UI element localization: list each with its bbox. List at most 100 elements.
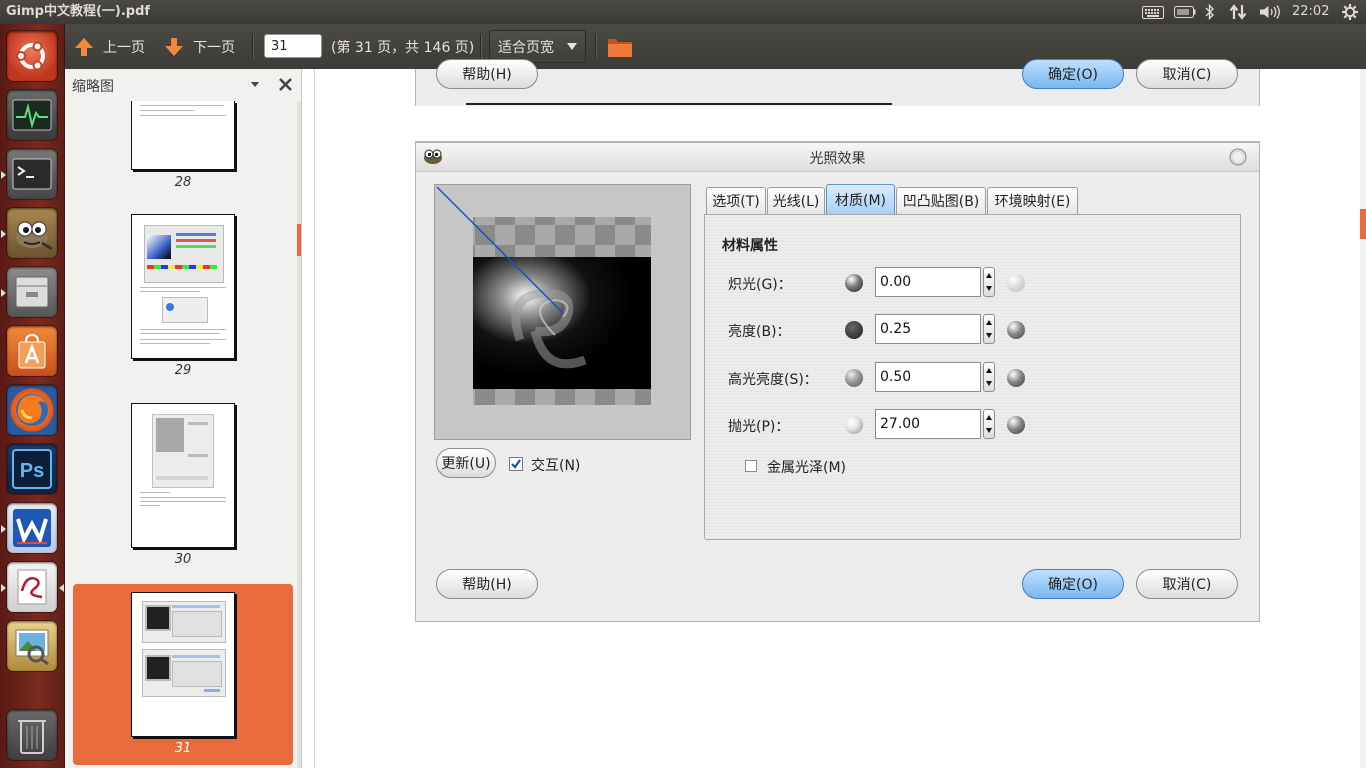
fragment-cancel-button: 取消(C) <box>1136 59 1238 89</box>
shiny-low-sphere-icon <box>845 369 863 387</box>
thumbnail-page-28[interactable] <box>131 101 235 170</box>
previous-page-button[interactable]: 上一页 <box>73 24 145 69</box>
terminal-icon <box>12 158 52 190</box>
system-monitor-launcher[interactable] <box>7 90 57 140</box>
glowing-label: 炽光(G)： <box>728 277 792 293</box>
dialog-titlebar: 光照效果 <box>416 142 1259 172</box>
thumbnail-label: 29 <box>174 363 192 378</box>
document-viewer-launcher[interactable] <box>7 562 57 612</box>
wps-writer-icon <box>13 509 51 547</box>
clock[interactable]: 22:02 <box>1292 0 1329 24</box>
shiny-label: 高光亮度(S)： <box>728 372 818 388</box>
photoshop-icon: Ps <box>12 449 52 489</box>
software-center-launcher[interactable] <box>7 326 57 376</box>
thumbnail-label: 28 <box>174 175 192 190</box>
shopping-bag-icon <box>18 333 46 369</box>
thumbnail-page-30[interactable] <box>131 403 235 548</box>
cancel-button: 取消(C) <box>1136 569 1238 599</box>
system-monitor-icon <box>12 99 52 131</box>
network-icon[interactable] <box>1228 0 1248 24</box>
chevron-down-icon <box>567 43 577 50</box>
glowing-low-sphere-icon <box>845 274 863 292</box>
tab-material: 材质(M) <box>826 184 895 214</box>
battery-icon[interactable] <box>1173 0 1197 24</box>
dash-home-button[interactable] <box>7 31 57 81</box>
glowing-spin-button <box>983 267 995 297</box>
bluetooth-icon[interactable] <box>1203 0 1217 24</box>
metallic-label: 金属光泽(M) <box>767 460 847 476</box>
bright-label: 亮度(B)： <box>728 324 791 340</box>
sidebar-header: 缩略图 <box>65 69 301 101</box>
thumbnail-label: 31 <box>174 741 192 756</box>
update-preview-button: 更新(U) <box>436 448 496 478</box>
tab-light: 光线(L) <box>767 187 825 214</box>
window-title: Gimp中文教程(一).pdf <box>6 4 151 19</box>
bright-high-sphere-icon <box>1007 321 1025 339</box>
polished-value-field: 27.00 <box>875 409 981 439</box>
thumbnail-label: 30 <box>174 552 192 567</box>
previous-page-label: 上一页 <box>103 39 145 56</box>
arrow-up-icon <box>75 37 93 56</box>
material-tab-panel: 材料属性 炽光(G)： 0.00 亮度(B)： 0.25 高光亮度(S)： 0.… <box>704 214 1241 540</box>
firefox-launcher[interactable] <box>7 385 57 435</box>
svg-text:Ps: Ps <box>20 460 44 482</box>
polished-low-sphere-icon <box>845 416 863 434</box>
thumbnail-page-31[interactable] <box>131 592 235 737</box>
sidebar-title: 缩略图 <box>72 79 114 95</box>
help-button: 帮助(H) <box>436 569 538 599</box>
close-sidebar-icon[interactable] <box>279 78 292 91</box>
photoshop-launcher[interactable]: Ps <box>7 444 57 494</box>
open-folder-button[interactable] <box>607 24 633 69</box>
polished-label: 抛光(P)： <box>728 419 790 435</box>
bright-low-sphere-icon <box>845 321 863 339</box>
bright-spin-button <box>983 314 995 344</box>
sidebar-scrollbar[interactable] <box>297 101 301 768</box>
file-cabinet-icon <box>15 276 49 308</box>
arrow-down-icon <box>165 37 183 56</box>
fragment-help-button: 帮助(H) <box>436 59 538 89</box>
thumbnail-page-29[interactable] <box>131 214 235 359</box>
shiny-spin-button <box>983 362 995 392</box>
zoom-select-value: 适合页宽 <box>498 39 554 56</box>
firefox-icon <box>16 394 48 426</box>
interactive-label: 交互(N) <box>531 458 581 474</box>
page-number-input[interactable] <box>264 34 322 58</box>
lighting-effects-dialog: 光照效果 更新(U) 交互(N) 选项(T) 光线(L) 材质(M) 凹凸贴图(… <box>415 141 1260 622</box>
document-scrollbar-thumb[interactable] <box>1360 209 1366 239</box>
sidebar-scrollbar-thumb[interactable] <box>297 224 301 256</box>
volume-icon[interactable] <box>1258 0 1282 24</box>
thumbnail-sidebar: 缩略图 28 29 30 31 <box>65 69 302 768</box>
next-page-label: 下一页 <box>193 39 235 56</box>
next-page-button[interactable]: 下一页 <box>163 24 235 69</box>
gimp-launcher[interactable] <box>7 208 57 258</box>
bright-value-field: 0.25 <box>875 314 981 344</box>
top-panel: Gimp中文教程(一).pdf 22:02 <box>0 0 1366 24</box>
folder-icon <box>608 38 632 57</box>
launcher: Ps <box>0 24 65 768</box>
document-scrollbar[interactable] <box>1360 69 1366 768</box>
lighting-preview <box>434 184 691 440</box>
polished-high-sphere-icon <box>1007 416 1025 434</box>
ok-button: 确定(O) <box>1022 569 1124 599</box>
wps-writer-launcher[interactable] <box>7 503 57 553</box>
keyboard-icon[interactable] <box>1141 0 1165 24</box>
terminal-launcher[interactable] <box>7 149 57 199</box>
trash-launcher[interactable] <box>7 710 57 760</box>
dialog-title: 光照效果 <box>809 151 866 167</box>
fragment-ok-button: 确定(O) <box>1022 59 1124 89</box>
polished-spin-button <box>983 409 995 439</box>
document-view[interactable]: 帮助(H) 确定(O) 取消(C) 光照效果 更新(U) 交互(N) 选项(T)… <box>302 59 1366 768</box>
glowing-value-field: 0.00 <box>875 267 981 297</box>
tab-environment-map: 环境映射(E) <box>987 187 1078 214</box>
glowing-high-sphere-icon <box>1007 274 1025 292</box>
power-gear-icon[interactable] <box>1340 0 1360 24</box>
ubuntu-logo-icon <box>16 41 45 71</box>
file-manager-launcher[interactable] <box>7 267 57 317</box>
shiny-value-field: 0.50 <box>875 362 981 392</box>
document-viewer-icon <box>17 569 47 605</box>
image-viewer-launcher[interactable] <box>7 621 57 671</box>
preview-image <box>436 186 651 405</box>
previous-dialog-fragment: 帮助(H) 确定(O) 取消(C) <box>415 59 1260 106</box>
sidebar-mode-chevron-icon[interactable] <box>251 82 259 88</box>
gimp-icon <box>16 221 53 251</box>
